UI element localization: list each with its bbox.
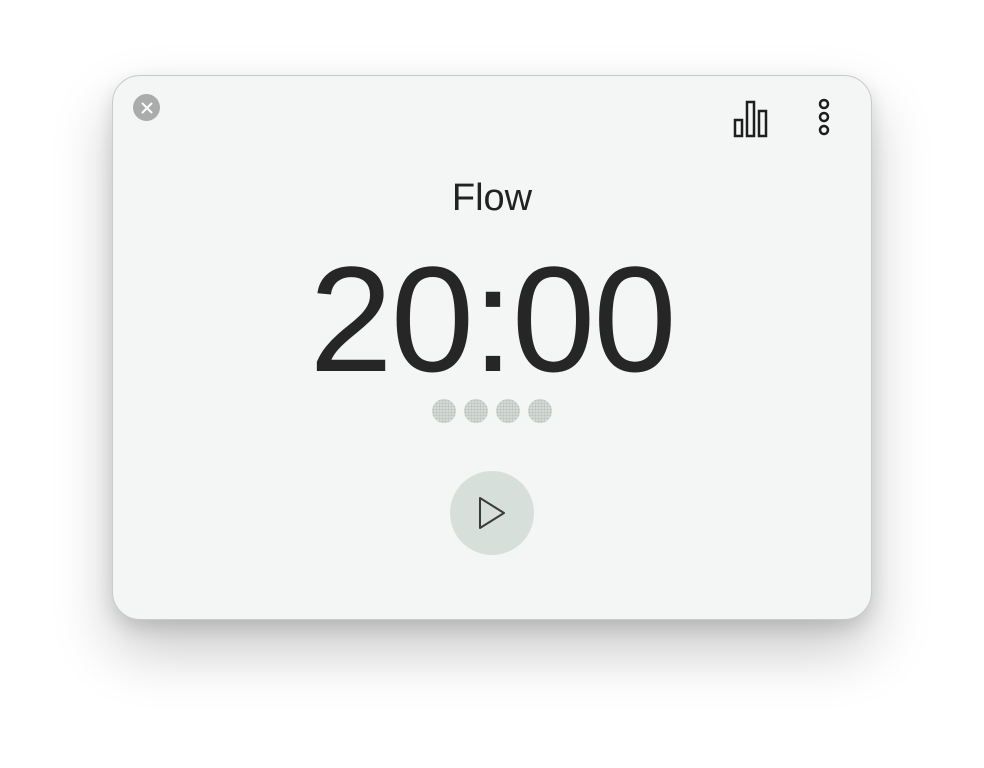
statistics-button[interactable]: [731, 98, 775, 138]
session-dot: [528, 399, 552, 423]
bar-chart-icon: [733, 100, 768, 138]
close-icon: [141, 102, 152, 113]
more-vertical-icon: [818, 98, 830, 136]
session-dot: [432, 399, 456, 423]
close-button[interactable]: [133, 94, 160, 121]
play-icon: [479, 497, 505, 529]
mode-title: Flow: [451, 177, 533, 219]
timer-window: Flow 20:00: [112, 75, 872, 620]
session-dot: [464, 399, 488, 423]
timer-display: 20:00: [309, 235, 676, 403]
session-dot: [496, 399, 520, 423]
session-progress-dots: [113, 399, 871, 423]
more-options-button[interactable]: [809, 98, 839, 138]
play-button[interactable]: [450, 471, 534, 555]
